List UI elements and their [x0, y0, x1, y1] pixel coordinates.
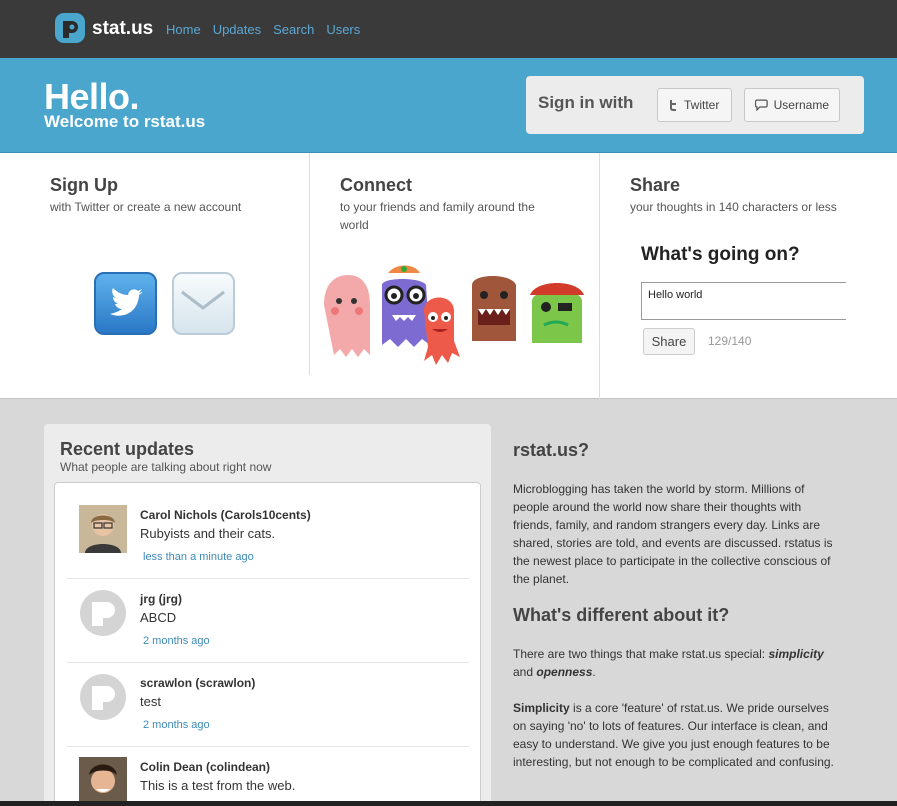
signin-username-label: Username: [773, 98, 829, 112]
default-avatar-icon[interactable]: [79, 673, 127, 721]
diff-text-1: There are two things that make rstat.us …: [513, 647, 766, 661]
about-diff-text: There are two things that make rstat.us …: [513, 645, 843, 681]
update-item: Carol Nichols (Carols10cents) Rubyists a…: [67, 495, 469, 579]
monsters-illustration: [324, 265, 584, 365]
hero-banner: Hello. Welcome to rstat.us Sign in with …: [0, 58, 897, 153]
diff-and: and: [513, 665, 534, 679]
nav-updates-link[interactable]: Updates: [213, 22, 261, 37]
nav-home-link[interactable]: Home: [166, 22, 201, 37]
signup-desc: with Twitter or create a new account: [50, 200, 242, 214]
update-author[interactable]: Carol Nichols (Carols10cents): [140, 508, 311, 522]
signup-title: Sign Up: [50, 175, 118, 195]
update-time[interactable]: 2 months ago: [143, 719, 210, 731]
update-text: test: [140, 694, 161, 709]
recent-updates-title: Recent updates: [60, 439, 195, 459]
bottom-border: [0, 801, 897, 806]
speech-bubble-icon: [755, 99, 768, 111]
update-author[interactable]: scrawlon (scrawlon): [140, 676, 255, 690]
update-time[interactable]: 2 months ago: [143, 635, 210, 647]
signup-column: Sign Up with Twitter or create a new acc…: [0, 153, 310, 375]
composer-title: What's going on?: [641, 244, 800, 265]
share-button[interactable]: Share: [643, 328, 695, 355]
brand-name[interactable]: stat.us: [92, 18, 153, 40]
update-text: Rubyists and their cats.: [140, 526, 276, 541]
rstatus-logo-icon[interactable]: [55, 13, 85, 43]
default-avatar-icon[interactable]: [79, 589, 127, 637]
about-diff-title: What's different about it?: [513, 605, 730, 625]
about-intro: Microblogging has taken the world by sto…: [513, 482, 833, 586]
status-input[interactable]: Hello world: [641, 282, 846, 320]
avatar[interactable]: [79, 757, 127, 805]
diff-period: .: [592, 665, 596, 679]
twitter-t-icon: [670, 99, 676, 111]
connect-column: Connect to your friends and family aroun…: [310, 153, 600, 399]
simplicity-label: Simplicity: [513, 701, 570, 715]
connect-title: Connect: [340, 175, 412, 195]
recent-updates-panel: Recent updates What people are talking a…: [44, 424, 491, 806]
about-simplicity-text: Simplicity is a core 'feature' of rstat.…: [513, 699, 843, 771]
signin-label: Sign in with: [538, 93, 634, 112]
connect-desc: to your friends and family around the wo…: [340, 200, 535, 232]
updates-feed: Carol Nichols (Carols10cents) Rubyists a…: [54, 482, 481, 806]
envelope-shape: [181, 290, 225, 310]
update-text: ABCD: [140, 610, 177, 625]
char-counter: 129/140: [708, 334, 752, 348]
share-desc: your thoughts in 140 characters or less: [630, 200, 837, 214]
features-section: Sign Up with Twitter or create a new acc…: [0, 153, 897, 399]
update-author[interactable]: jrg (jrg): [140, 592, 182, 606]
main-nav: Home Updates Search Users: [166, 22, 360, 37]
hero-subtitle: Welcome to rstat.us: [44, 112, 206, 131]
update-author[interactable]: Colin Dean (colindean): [140, 760, 270, 774]
top-navbar: stat.us Home Updates Search Users: [0, 0, 897, 58]
nav-search-link[interactable]: Search: [273, 22, 314, 37]
update-item: jrg (jrg) ABCD 2 months ago: [67, 579, 469, 663]
update-time[interactable]: less than a minute ago: [143, 551, 254, 563]
recent-updates-subtitle: What people are talking about right now: [60, 460, 272, 474]
signin-twitter-label: Twitter: [684, 98, 720, 112]
update-text: This is a test from the web.: [140, 778, 296, 793]
about-section: rstat.us? Microblogging has taken the wo…: [513, 440, 843, 771]
avatar[interactable]: [79, 505, 127, 553]
signin-username-button[interactable]: Username: [744, 88, 840, 122]
share-title: Share: [630, 175, 681, 195]
twitter-bird-shape: [110, 288, 143, 316]
update-item: Colin Dean (colindean) This is a test fr…: [67, 747, 469, 806]
diff-simplicity: simplicity: [768, 647, 824, 661]
nav-users-link[interactable]: Users: [326, 22, 360, 37]
share-column: Share your thoughts in 140 characters or…: [600, 153, 897, 399]
mail-envelope-icon[interactable]: [172, 272, 235, 335]
signin-twitter-button[interactable]: Twitter: [657, 88, 732, 122]
twitter-bird-icon[interactable]: [94, 272, 157, 335]
about-title: rstat.us?: [513, 440, 590, 460]
signin-panel: Sign in with Twitter Username: [526, 76, 864, 134]
update-item: scrawlon (scrawlon) test 2 months ago: [67, 663, 469, 747]
diff-openness: openness: [536, 665, 593, 679]
